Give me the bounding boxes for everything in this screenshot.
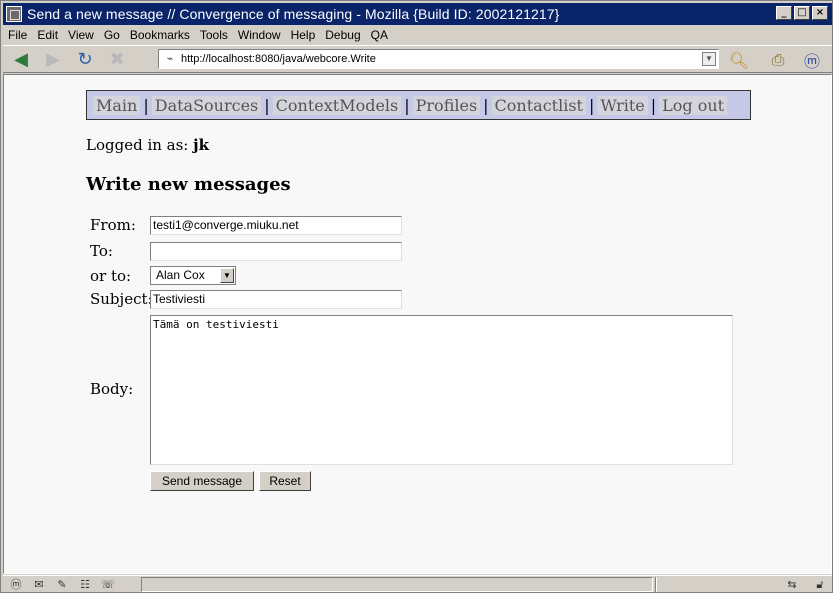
url-text[interactable]: http://localhost:8080/java/webcore.Write — [181, 53, 376, 65]
mail-icon[interactable]: ✉ — [29, 577, 49, 592]
subject-field[interactable]: Testiviesti — [150, 290, 402, 309]
or-to-label: or to: — [90, 267, 132, 285]
online-status-icon[interactable]: ⇆ — [782, 577, 802, 592]
browser-window: Send a new message // Convergence of mes… — [0, 0, 833, 593]
nav-separator: | — [404, 95, 410, 115]
close-button[interactable]: × — [812, 6, 828, 20]
menu-bar: File Edit View Go Bookmarks Tools Window… — [3, 26, 832, 44]
forward-arrow-icon[interactable]: ▶ — [39, 47, 67, 71]
menu-view[interactable]: View — [63, 28, 99, 42]
reset-button[interactable]: Reset — [259, 471, 311, 491]
nav-separator: | — [143, 95, 149, 115]
nav-separator: | — [483, 95, 489, 115]
navigation-toolbar: ◀ ▶ ↻ ✖ ⌁ http://localhost:8080/java/web… — [3, 45, 832, 73]
nav-contactlist-link[interactable]: Contactlist — [491, 95, 586, 115]
nav-separator: | — [588, 95, 595, 115]
logged-in-label: Logged in as: — [86, 136, 189, 154]
to-label: To: — [90, 242, 113, 260]
nav-write-link[interactable]: Write — [597, 95, 648, 115]
nav-separator: | — [264, 95, 270, 115]
security-lock-icon: 🔓︎ — [816, 577, 824, 591]
page-content: Main | DataSources | ContextModels | Pro… — [3, 74, 832, 574]
logged-in-status: Logged in as: jk — [86, 136, 209, 154]
recipient-select[interactable]: Alan Cox ▼ — [150, 266, 236, 285]
search-icon[interactable]: 🔍︎ — [726, 48, 752, 72]
body-label: Body: — [90, 380, 134, 398]
send-message-button[interactable]: Send message — [150, 471, 254, 491]
mozilla-app-icon — [6, 6, 22, 22]
menu-window[interactable]: Window — [233, 28, 286, 42]
navigator-icon[interactable]: ⓜ — [6, 577, 26, 592]
print-icon[interactable]: ⎙ — [765, 48, 791, 72]
nav-logout-link[interactable]: Log out — [659, 95, 728, 115]
nav-contextmodels-link[interactable]: ContextModels — [272, 95, 402, 115]
menu-debug[interactable]: Debug — [320, 28, 365, 42]
menu-qa[interactable]: QA — [366, 28, 393, 42]
nav-profiles-link[interactable]: Profiles — [412, 95, 481, 115]
window-controls: _ □ × — [776, 6, 828, 20]
to-field[interactable] — [150, 242, 402, 261]
nav-main-link[interactable]: Main — [93, 95, 141, 115]
logged-in-user: jk — [193, 136, 209, 154]
back-arrow-icon[interactable]: ◀ — [7, 47, 35, 71]
menu-edit[interactable]: Edit — [32, 28, 63, 42]
menu-help[interactable]: Help — [286, 28, 321, 42]
from-field[interactable]: testi1@converge.miuku.net — [150, 216, 402, 235]
status-text-area — [141, 577, 653, 592]
body-textarea[interactable]: Tämä on testiviesti — [150, 315, 733, 465]
nav-separator: | — [650, 95, 657, 115]
recipient-selected-value: Alan Cox — [156, 268, 205, 282]
menu-file[interactable]: File — [3, 28, 32, 42]
reload-icon[interactable]: ↻ — [71, 47, 99, 71]
from-label: From: — [90, 216, 136, 234]
mozilla-throbber-icon: ⓜ — [803, 52, 820, 71]
menu-tools[interactable]: Tools — [195, 28, 233, 42]
status-divider — [655, 577, 657, 592]
title-bar: Send a new message // Convergence of mes… — [3, 3, 832, 25]
subject-label: Subject: — [90, 290, 153, 308]
composer-icon[interactable]: ✎ — [52, 577, 72, 592]
status-bar: ⓜ ✉ ✎ ☷ ☏ ⇆ 🔓︎ — [3, 575, 832, 592]
menu-go[interactable]: Go — [99, 28, 125, 42]
chevron-down-icon[interactable]: ▼ — [220, 268, 234, 283]
stop-icon[interactable]: ✖ — [103, 47, 131, 71]
address-book-icon[interactable]: ☷ — [75, 577, 95, 592]
nav-datasources-link[interactable]: DataSources — [151, 95, 262, 115]
maximize-button[interactable]: □ — [794, 6, 810, 20]
page-heading: Write new messages — [86, 174, 291, 195]
irc-chat-icon[interactable]: ☏ — [98, 577, 118, 592]
page-icon: ⌁ — [166, 53, 174, 65]
window-title: Send a new message // Convergence of mes… — [27, 6, 560, 22]
url-bar[interactable]: ⌁ http://localhost:8080/java/webcore.Wri… — [158, 49, 719, 69]
menu-bookmarks[interactable]: Bookmarks — [125, 28, 195, 42]
minimize-button[interactable]: _ — [776, 6, 792, 20]
url-dropdown-icon[interactable]: ▼ — [702, 52, 716, 66]
site-navigation: Main | DataSources | ContextModels | Pro… — [86, 90, 751, 120]
